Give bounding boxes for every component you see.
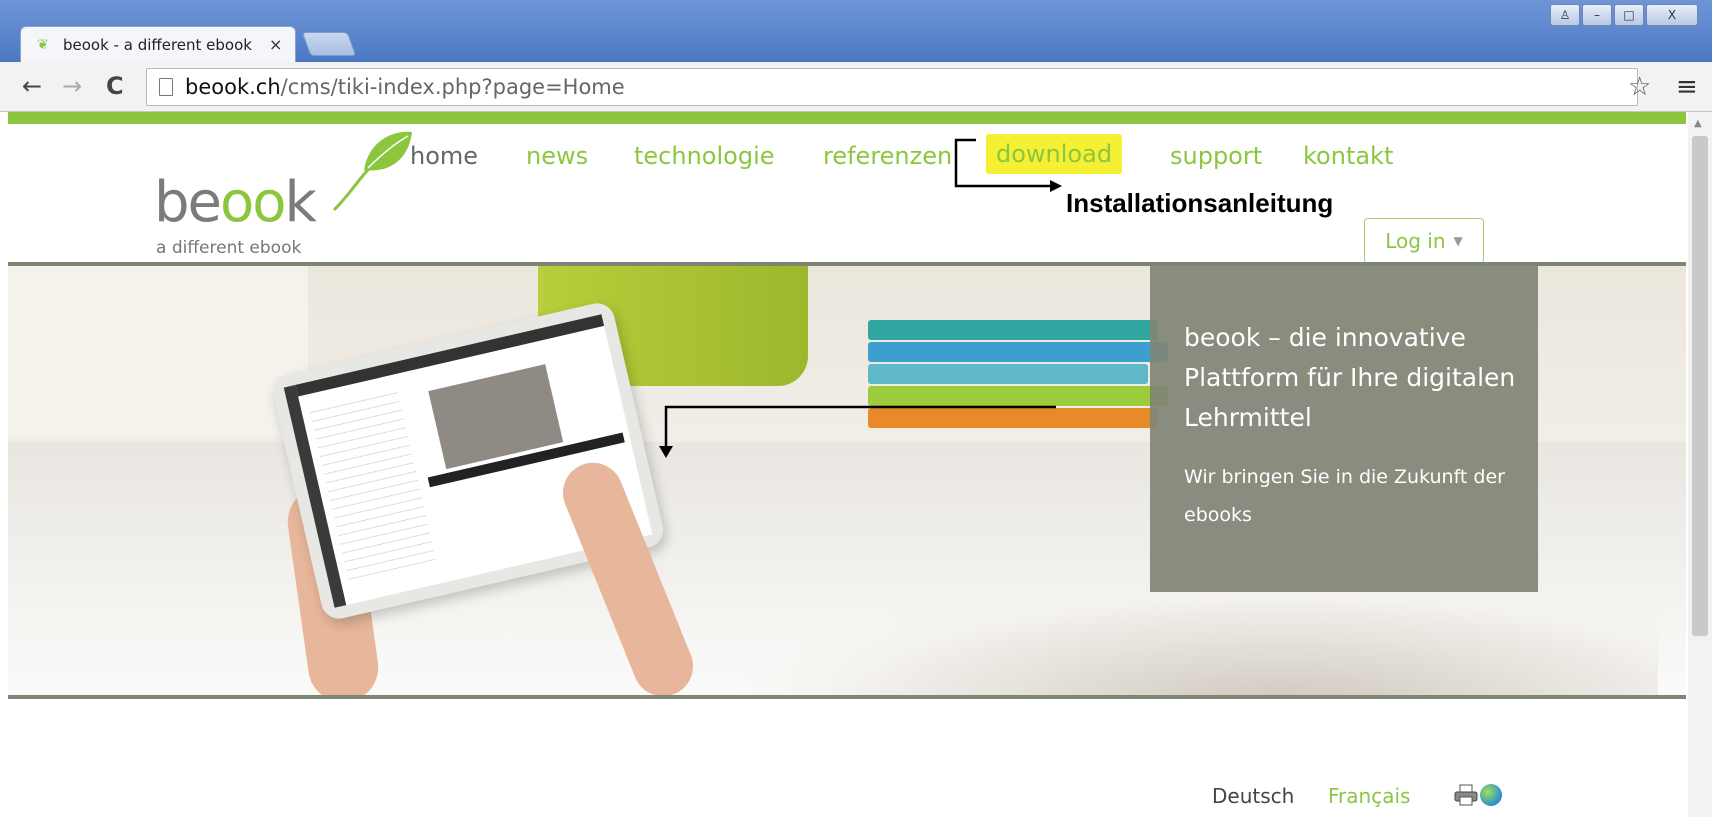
nav-item-download[interactable]: download	[986, 134, 1123, 174]
logo-wordmark: beook	[154, 170, 317, 235]
leaf-logo-icon	[332, 131, 412, 212]
page-scrollbar[interactable]: ▲	[1688, 112, 1712, 817]
tab-close-icon[interactable]: ×	[269, 35, 282, 54]
logo-tagline: a different ebook	[156, 238, 302, 258]
browser-menu-icon[interactable]: ≡	[1676, 72, 1698, 102]
nav-item-kontakt[interactable]: kontakt	[1303, 142, 1393, 170]
url-path: /cms/tiki-index.php?page=Home	[280, 75, 625, 99]
language-francais[interactable]: Français	[1328, 784, 1410, 808]
hero-headline: beook – die innovative Plattform für Ihr…	[1184, 323, 1516, 432]
nav-item-technologie[interactable]: technologie	[634, 142, 775, 170]
print-icon[interactable]	[1454, 784, 1478, 806]
page-viewport: beook a different ebook home news techno…	[8, 112, 1686, 817]
login-button[interactable]: Log in ▼	[1364, 218, 1484, 264]
hero-book-stack	[868, 320, 1168, 430]
chevron-down-icon: ▼	[1453, 234, 1463, 248]
maximize-button[interactable]: □	[1614, 4, 1644, 26]
favicon-leaf-icon: ❦	[37, 36, 49, 53]
bookmark-star-icon[interactable]: ☆	[1628, 72, 1651, 102]
hero-window-light	[8, 266, 308, 436]
hero-subline: Wir bringen Sie in die Zukunft der ebook…	[1184, 466, 1505, 526]
scroll-up-icon[interactable]: ▲	[1694, 118, 1702, 129]
browser-toolbar: ← → C beook.ch/cms/tiki-index.php?page=H…	[0, 62, 1712, 112]
user-profile-icon[interactable]: ♙	[1550, 4, 1580, 26]
logo-word-suffix: k	[284, 170, 317, 235]
nav-item-support[interactable]: support	[1170, 142, 1262, 170]
hero-text-box: beook – die innovative Plattform für Ihr…	[1150, 266, 1538, 592]
page-icon	[159, 78, 173, 96]
logo-word-oo: oo	[220, 170, 287, 235]
tab-title: beook - a different ebook	[63, 35, 252, 54]
nav-item-referenzen[interactable]: referenzen	[823, 142, 952, 170]
top-green-bar	[8, 112, 1686, 124]
forward-arrow-icon[interactable]: →	[62, 72, 82, 100]
language-deutsch[interactable]: Deutsch	[1212, 784, 1294, 808]
annotation-arrowhead-download	[1050, 180, 1062, 192]
close-window-button[interactable]: X	[1646, 4, 1698, 26]
nav-item-home[interactable]: home	[410, 142, 478, 170]
nav-item-news[interactable]: news	[526, 142, 588, 170]
minimize-button[interactable]: –	[1582, 4, 1612, 26]
site-logo[interactable]: beook a different ebook	[154, 131, 412, 258]
hero-banner: beook – die innovative Plattform für Ihr…	[8, 262, 1686, 699]
url-host: beook.ch	[185, 75, 281, 99]
address-bar[interactable]: beook.ch/cms/tiki-index.php?page=Home	[146, 68, 1638, 106]
browser-tab[interactable]: ❦ beook - a different ebook ×	[20, 26, 296, 62]
logo-word-prefix: be	[154, 170, 222, 235]
scrollbar-thumb[interactable]	[1692, 136, 1708, 636]
window-controls: ♙ – □ X	[1550, 4, 1698, 26]
back-arrow-icon[interactable]: ←	[22, 72, 42, 100]
new-tab-button[interactable]	[301, 32, 357, 56]
annotation-installationsanleitung: Installationsanleitung	[1066, 188, 1334, 218]
globe-icon[interactable]	[1480, 784, 1502, 806]
browser-titlebar: ❦ beook - a different ebook × ♙ – □ X	[0, 0, 1712, 62]
reload-icon[interactable]: C	[106, 72, 124, 100]
login-label: Log in	[1385, 229, 1446, 253]
